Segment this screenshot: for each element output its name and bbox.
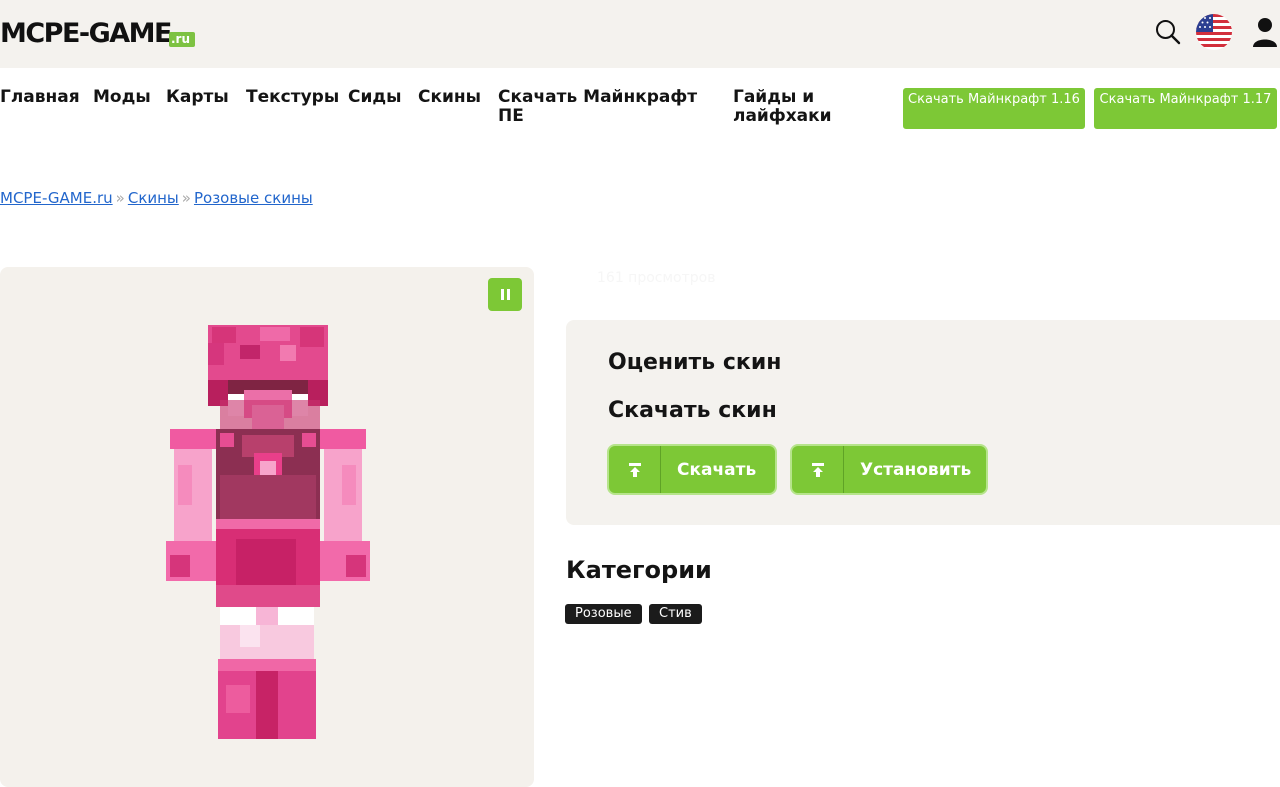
download-icon [609, 446, 661, 493]
skin-preview-image [166, 325, 370, 739]
site-logo[interactable]: MCPE-GAME .ru [0, 18, 196, 50]
logo-suffix: .ru [169, 32, 196, 47]
pause-icon [506, 289, 510, 300]
download-skin-label: Скачать [677, 459, 757, 480]
nav-item-textures[interactable]: Текстуры [246, 88, 339, 107]
skin-3d-viewer[interactable] [0, 267, 534, 787]
install-skin-button[interactable]: Установить [790, 444, 988, 495]
download-minecraft-117-button[interactable]: Скачать Майнкрафт 1.17 [1094, 88, 1277, 129]
breadcrumb-home[interactable]: MCPE-GAME.ru [0, 189, 113, 207]
nav-item-download-pe[interactable]: Скачать Майнкрафт ПЕ [498, 88, 698, 126]
breadcrumb-skins[interactable]: Скины [128, 189, 179, 207]
search-icon[interactable] [1154, 18, 1182, 46]
nav-item-home[interactable]: Главная [0, 88, 80, 107]
category-tag-pink[interactable]: Розовые [565, 604, 642, 624]
download-skin-title: Скачать скин [608, 398, 777, 423]
breadcrumb-pink-skins[interactable]: Розовые скины [194, 189, 313, 207]
skin-actions-card: Оценить скин Скачать скин Скачать Устано… [566, 320, 1280, 525]
pause-animation-button[interactable] [488, 278, 522, 311]
category-tag-steve[interactable]: Стив [649, 604, 702, 624]
download-icon [792, 446, 844, 493]
breadcrumb-separator: » [115, 189, 125, 207]
top-bar: MCPE-GAME .ru [0, 0, 1280, 68]
nav-item-seeds[interactable]: Сиды [348, 88, 402, 107]
pause-icon [500, 289, 504, 300]
categories-title: Категории [566, 556, 712, 584]
nav-item-skins[interactable]: Скины [418, 88, 481, 107]
top-icons [1154, 14, 1280, 50]
download-skin-button[interactable]: Скачать [607, 444, 777, 495]
download-minecraft-116-button[interactable]: Скачать Майнкрафт 1.16 [903, 88, 1085, 129]
breadcrumb-separator: » [181, 189, 191, 207]
views-count: 161 просмотров [597, 270, 716, 286]
us-flag-icon[interactable] [1196, 14, 1232, 50]
nav-item-guides[interactable]: Гайды и лайфхаки [733, 88, 843, 126]
install-skin-label: Установить [860, 459, 972, 480]
logo-text: MCPE-GAME [0, 18, 173, 49]
nav-item-maps[interactable]: Карты [166, 88, 229, 107]
user-icon[interactable] [1250, 14, 1280, 50]
rate-skin-title: Оценить скин [608, 350, 782, 375]
nav-item-mods[interactable]: Моды [93, 88, 151, 107]
breadcrumb: MCPE-GAME.ru» Скины» Розовые скины [0, 189, 313, 207]
